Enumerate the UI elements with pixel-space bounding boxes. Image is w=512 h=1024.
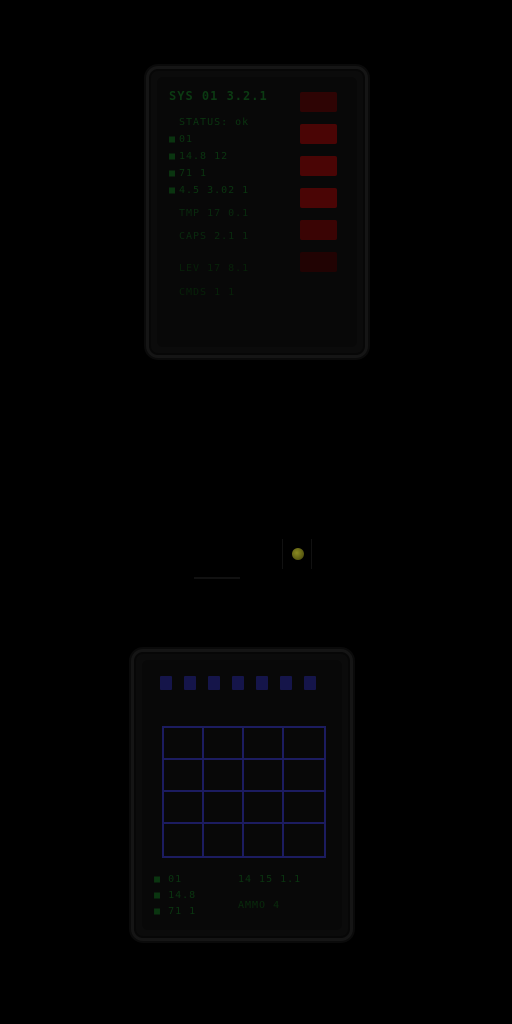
terminal-line: ■ 14.8 12 — [169, 151, 229, 162]
beacon-light-icon — [292, 548, 304, 560]
bullet-icon: ■ — [154, 890, 162, 901]
terminal-title: SYS 01 3.2.1 — [169, 89, 268, 103]
grid-cell[interactable] — [164, 824, 204, 856]
status-led — [300, 124, 337, 144]
grid-cell[interactable] — [284, 824, 324, 856]
grid-cell[interactable] — [204, 792, 244, 824]
grid-cell[interactable] — [244, 728, 284, 760]
terminal-line: CAPS 2.1 1 — [179, 231, 250, 242]
bullet-icon: ■ — [154, 874, 162, 885]
terminal-line: ■ 71 1 — [169, 168, 208, 179]
tab-row — [160, 676, 316, 690]
bullet-icon: ■ — [154, 906, 162, 917]
stat-readout: 14 15 1.1 — [238, 874, 302, 885]
grid-terminal[interactable]: ■ 01 ■ 14.8 ■ 71 1 14 15 1.1 AMMO 4 — [131, 649, 353, 941]
terminal-line: TMP 17 0.1 — [179, 208, 250, 219]
status-led — [300, 188, 337, 208]
tab-indicator[interactable] — [280, 676, 292, 690]
terminal-line: CMDS 1 1 — [179, 287, 236, 298]
map-grid[interactable] — [162, 726, 326, 858]
ground-line — [194, 577, 240, 579]
stat-line: ■ 01 — [154, 874, 183, 885]
grid-screen: ■ 01 ■ 14.8 ■ 71 1 14 15 1.1 AMMO 4 — [142, 660, 342, 930]
grid-cell[interactable] — [284, 728, 324, 760]
beacon-frame[interactable] — [282, 539, 312, 569]
bullet-icon: ■ — [169, 168, 177, 179]
grid-cell[interactable] — [244, 760, 284, 792]
terminal-line: ■ 4.5 3.02 1 — [169, 185, 250, 196]
status-led — [300, 92, 337, 112]
stat-line: ■ 14.8 — [154, 890, 197, 901]
bullet-icon: ■ — [169, 185, 177, 196]
tab-indicator[interactable] — [256, 676, 268, 690]
tab-indicator[interactable] — [184, 676, 196, 690]
grid-cell[interactable] — [164, 728, 204, 760]
grid-cell[interactable] — [204, 728, 244, 760]
grid-cell[interactable] — [284, 792, 324, 824]
grid-cell[interactable] — [244, 792, 284, 824]
terminal-screen: SYS 01 3.2.1 STATUS: ok ■ 01 ■ 14.8 12 ■ 71… — [157, 77, 357, 347]
tab-indicator[interactable] — [232, 676, 244, 690]
tab-indicator[interactable] — [304, 676, 316, 690]
bullet-icon: ■ — [169, 134, 177, 145]
terminal-line: LEV 17 8.1 — [179, 263, 250, 274]
stat-readout: AMMO 4 — [238, 900, 281, 911]
status-led — [300, 156, 337, 176]
grid-cell[interactable] — [284, 760, 324, 792]
status-led — [300, 252, 337, 272]
grid-cell[interactable] — [244, 824, 284, 856]
terminal-line: ■ 01 — [169, 134, 194, 145]
grid-cell[interactable] — [164, 792, 204, 824]
terminal-line: STATUS: ok — [179, 117, 250, 128]
tab-indicator[interactable] — [160, 676, 172, 690]
grid-cell[interactable] — [204, 760, 244, 792]
stat-line: ■ 71 1 — [154, 906, 197, 917]
status-terminal[interactable]: SYS 01 3.2.1 STATUS: ok ■ 01 ■ 14.8 12 ■ 71… — [146, 66, 368, 358]
bullet-icon: ■ — [169, 151, 177, 162]
game-scene: SYS 01 3.2.1 STATUS: ok ■ 01 ■ 14.8 12 ■ 71… — [0, 0, 512, 1024]
grid-cell[interactable] — [164, 760, 204, 792]
tab-indicator[interactable] — [208, 676, 220, 690]
status-led — [300, 220, 337, 240]
grid-cell[interactable] — [204, 824, 244, 856]
